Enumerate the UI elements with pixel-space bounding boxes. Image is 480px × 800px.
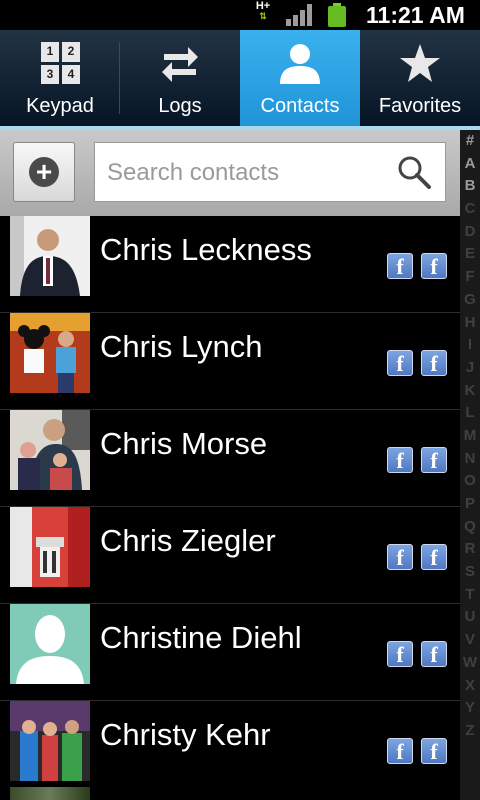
index-letter[interactable]: P — [460, 493, 480, 516]
contact-photo — [10, 216, 90, 296]
facebook-icon: f — [421, 253, 447, 279]
plus-icon: + — [29, 157, 59, 187]
facebook-icon: f — [421, 350, 447, 376]
clock: 11:21 AM — [366, 2, 465, 28]
index-letter[interactable]: B — [460, 175, 480, 198]
keypad-icon: 12 34 — [41, 42, 81, 84]
tab-logs[interactable]: Logs — [120, 30, 240, 126]
index-letter[interactable]: V — [460, 629, 480, 652]
star-icon — [400, 44, 440, 82]
facebook-icon: f — [421, 738, 447, 764]
list-item-partial — [0, 782, 460, 800]
status-bar: H+ ⇅ 11:21 AM — [0, 0, 480, 30]
contact-photo — [10, 313, 90, 393]
network-type-label: H+ — [255, 0, 271, 12]
search-bar: + — [0, 130, 460, 216]
facebook-icon: f — [387, 738, 413, 764]
facebook-icon: f — [421, 641, 447, 667]
contact-person-icon — [280, 44, 320, 84]
index-letter[interactable]: I — [460, 334, 480, 357]
facebook-icon: f — [421, 544, 447, 570]
search-field[interactable] — [94, 142, 446, 202]
index-letter[interactable]: E — [460, 243, 480, 266]
contact-name: Christine Diehl — [100, 620, 302, 655]
contacts-list: Chris Leckness f f Chris Lynch f f Chris… — [0, 216, 460, 798]
alphabet-index[interactable]: # A B C D E F G H I J K L M N O P Q R S T U V W X Y Z — [460, 130, 480, 800]
facebook-icon: f — [421, 447, 447, 473]
list-item[interactable]: Chris Ziegler f f — [0, 507, 460, 604]
list-item[interactable]: Christine Diehl f f — [0, 604, 460, 701]
facebook-icon: f — [387, 641, 413, 667]
index-letter[interactable]: S — [460, 561, 480, 584]
index-letter[interactable]: A — [460, 153, 480, 176]
index-letter[interactable]: U — [460, 606, 480, 629]
contact-name: Chris Lynch — [100, 329, 263, 364]
contact-name: Chris Ziegler — [100, 523, 276, 558]
index-letter[interactable]: Z — [460, 720, 480, 743]
logs-icon — [162, 47, 198, 82]
index-letter[interactable]: X — [460, 675, 480, 698]
tab-label: Keypad — [26, 95, 94, 117]
index-letter[interactable]: H — [460, 312, 480, 335]
tab-keypad[interactable]: 12 34 Keypad — [0, 30, 120, 126]
index-letter[interactable]: R — [460, 538, 480, 561]
search-icon[interactable] — [397, 155, 431, 189]
index-letter[interactable]: J — [460, 357, 480, 380]
contact-name: Christy Kehr — [100, 717, 271, 752]
index-letter[interactable]: F — [460, 266, 480, 289]
list-item[interactable]: Chris Morse f f — [0, 410, 460, 507]
index-letter[interactable]: Q — [460, 516, 480, 539]
index-letter[interactable]: L — [460, 402, 480, 425]
index-letter[interactable]: O — [460, 470, 480, 493]
tab-contacts[interactable]: Contacts — [240, 30, 360, 126]
tab-label: Logs — [158, 95, 202, 117]
facebook-icon: f — [387, 253, 413, 279]
index-letter[interactable]: D — [460, 221, 480, 244]
index-letter[interactable]: K — [460, 380, 480, 403]
battery-icon — [328, 3, 346, 27]
tab-favorites[interactable]: Favorites — [360, 30, 480, 126]
contact-name: Chris Leckness — [100, 232, 312, 267]
contact-name: Chris Morse — [100, 426, 268, 461]
index-letter[interactable]: M — [460, 425, 480, 448]
tab-bar: 12 34 Keypad Logs Contacts Favorites — [0, 30, 480, 126]
tab-label: Favorites — [378, 95, 462, 117]
index-letter[interactable]: N — [460, 448, 480, 471]
list-item[interactable]: Chris Leckness f f — [0, 216, 460, 313]
list-item[interactable]: Chris Lynch f f — [0, 313, 460, 410]
index-letter[interactable]: C — [460, 198, 480, 221]
add-contact-button[interactable]: + — [13, 142, 75, 202]
index-letter[interactable]: # — [460, 130, 480, 153]
index-letter[interactable]: T — [460, 584, 480, 607]
signal-strength-icon — [286, 4, 316, 26]
facebook-icon: f — [387, 447, 413, 473]
index-letter[interactable]: Y — [460, 697, 480, 720]
tab-label: Contacts — [260, 95, 340, 117]
search-input[interactable] — [105, 155, 379, 191]
contact-photo — [10, 410, 90, 490]
network-type-icon: H+ ⇅ — [253, 0, 273, 22]
contact-photo — [10, 507, 90, 587]
default-avatar — [10, 604, 90, 684]
facebook-icon: f — [387, 350, 413, 376]
facebook-icon: f — [387, 544, 413, 570]
index-letter[interactable]: G — [460, 289, 480, 312]
index-letter[interactable]: W — [460, 652, 480, 675]
contact-photo — [10, 701, 90, 781]
